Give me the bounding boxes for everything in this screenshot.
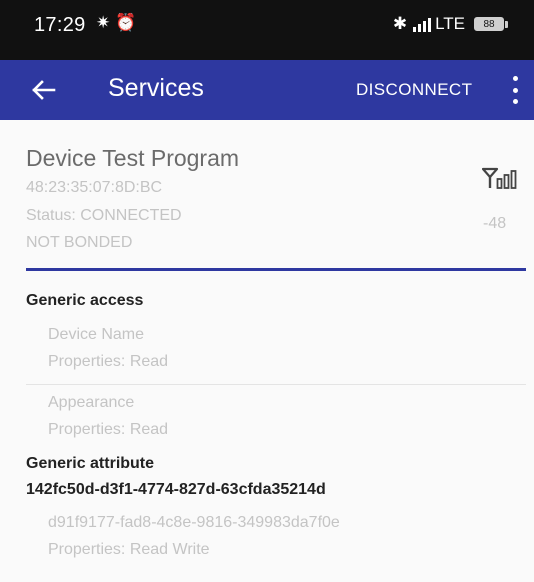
back-button[interactable] bbox=[26, 72, 62, 108]
divider bbox=[26, 268, 526, 271]
lte-label: LTE bbox=[435, 14, 465, 33]
characteristic-properties: Properties: Read bbox=[48, 421, 169, 438]
characteristic-divider bbox=[26, 384, 526, 385]
status-notification-icons: ✷ ⏰ bbox=[96, 13, 136, 33]
battery-level: 88 bbox=[483, 18, 495, 30]
page-title: Services bbox=[108, 74, 204, 102]
characteristic-name: Appearance bbox=[48, 394, 135, 411]
signal-strength-icon bbox=[482, 167, 517, 189]
battery-icon: 88 bbox=[474, 17, 508, 31]
status-bar: 17:29 ✷ ⏰ ✱ LTE 88 bbox=[0, 0, 534, 60]
service-header[interactable]: Generic access bbox=[26, 292, 143, 310]
service-header[interactable]: Generic attribute bbox=[26, 455, 154, 473]
mute-icon: ✷ bbox=[96, 13, 111, 32]
status-system-icons: ✱ LTE 88 bbox=[393, 14, 508, 34]
back-arrow-icon bbox=[32, 80, 56, 100]
disconnect-button[interactable]: DISCONNECT bbox=[356, 80, 472, 100]
app-bar: Services DISCONNECT bbox=[0, 60, 534, 120]
rssi-value: -48 bbox=[483, 215, 507, 232]
characteristic-name: Device Name bbox=[48, 326, 145, 343]
more-vert-icon bbox=[512, 76, 518, 81]
bluetooth-icon: ✱ bbox=[392, 14, 408, 33]
characteristic-properties: Properties: Read Write bbox=[48, 541, 210, 558]
device-bond-state: NOT BONDED bbox=[26, 234, 133, 251]
device-mac-address: 48:23:35:07:8D:BC bbox=[26, 179, 163, 196]
alarm-icon: ⏰ bbox=[114, 13, 137, 32]
characteristic-properties: Properties: Read bbox=[48, 353, 169, 370]
device-connection-status: Status: CONNECTED bbox=[26, 207, 182, 224]
overflow-menu-button[interactable] bbox=[508, 76, 522, 104]
service-uuid[interactable]: 142fc50d-d3f1-4774-827d-63cfda35214d bbox=[26, 481, 326, 499]
characteristic-uuid: d91f9177-fad8-4c8e-9816-349983da7f0e bbox=[48, 514, 340, 531]
device-name: Device Test Program bbox=[26, 145, 240, 171]
cell-signal-icon bbox=[413, 16, 432, 32]
status-time: 17:29 bbox=[34, 14, 86, 36]
